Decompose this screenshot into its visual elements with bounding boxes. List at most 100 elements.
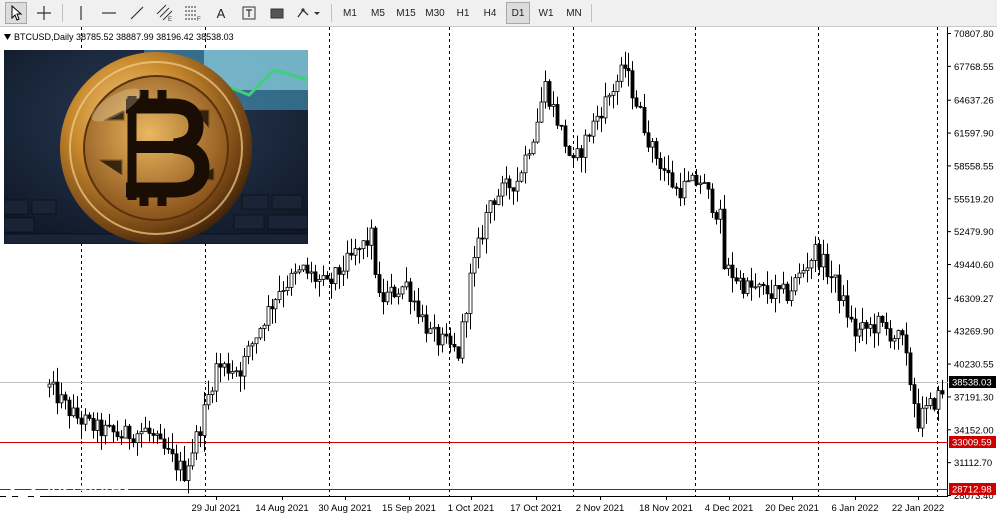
horizontal-line-icon[interactable] [98,2,120,24]
timeframe-mn[interactable]: MN [561,2,587,24]
candle-body [377,274,382,294]
candle-body [880,315,885,323]
candle-body [864,322,869,329]
candle-body [809,259,814,269]
candle-body [908,352,913,386]
collapse-triangle-icon[interactable] [4,34,11,40]
candle-body [638,105,643,108]
candle-body [51,381,56,385]
text-tool-button[interactable]: A [210,2,232,24]
text-label-icon[interactable] [238,2,260,24]
candle-body [646,132,651,148]
candle-body [492,200,497,205]
candle-body [71,407,76,417]
toolbar: E F A M1 M5 M15 M30 H1 H4 D1 W1 MN [0,0,997,27]
logo-tagline: Instant Forex Trading [47,501,142,512]
shapes-dropdown-icon[interactable] [294,2,324,24]
svg-text:E: E [168,17,172,22]
candle-body [135,433,140,444]
rectangle-icon[interactable] [266,2,288,24]
candle-body [357,248,362,251]
candle-body [139,431,144,435]
candle-body [531,141,536,155]
candle-body [904,334,909,354]
candle-body [258,328,263,339]
cursor-tool-icon[interactable] [5,2,27,24]
trendline-icon[interactable] [126,2,148,24]
timeframe-h1[interactable]: H1 [450,2,476,24]
fibonacci-icon[interactable]: F [182,2,204,24]
toolbar-separator [591,4,592,22]
candle-body [480,237,485,240]
timeframe-d1[interactable]: D1 [506,2,530,24]
candle-body [47,383,52,388]
timeframe-m15[interactable]: M15 [392,2,420,24]
date-tick-label: 2 Nov 2021 [576,503,625,514]
equidistant-channel-icon[interactable]: E [154,2,176,24]
timeframe-w1[interactable]: W1 [533,2,559,24]
candle-body [162,438,167,449]
candle-body [289,272,294,288]
candle-body [813,244,818,261]
candle-body [857,328,862,337]
candle-body [940,390,945,395]
candle-body [392,286,397,298]
date-tick-label: 22 Jan 2022 [892,503,944,514]
current-price-tag: 38538.03 [952,378,992,389]
candle-body [511,187,516,192]
candle-body [682,180,687,199]
candle-body [345,252,350,272]
price-tick-label: 46309.27 [954,294,994,305]
candle-body [95,419,100,431]
candle-body [285,286,290,291]
candle-body [305,264,310,274]
bitcoin-coin-photo [4,50,308,244]
candle-body [246,345,251,357]
candle-body [143,427,148,433]
candle-body [361,240,366,250]
candle-body [381,292,386,303]
candle-body [765,285,770,295]
candle-body [741,277,746,294]
candle-body [496,195,501,205]
price-tick-label: 55519.20 [954,194,994,205]
candle-body [563,125,568,147]
candle-body [464,313,469,323]
candle-body [155,433,160,436]
candle-body [329,278,334,284]
candle-body [365,240,370,246]
price-tick-label: 31112.70 [954,458,992,469]
price-axis: 70807.80 67768.55 64637.26 61597.90 58558.55… [947,29,994,502]
candle-body [254,337,259,345]
candle-body [745,280,750,294]
candle-body [385,291,390,303]
candle-body [456,346,461,359]
candle-body [206,394,211,406]
candle-body [860,322,865,330]
candle-body [460,321,465,359]
crosshair-icon[interactable] [33,2,55,24]
candle-body [281,290,286,292]
timeframe-m30[interactable]: M30 [421,2,449,24]
candle-body [793,277,798,292]
vertical-line-icon[interactable] [70,2,92,24]
candle-body [876,315,881,334]
date-tick-label: 29 Jul 2021 [191,503,240,514]
candle-body [674,186,679,189]
candle-body [484,212,489,240]
candle-body [321,275,326,280]
timeframe-m5[interactable]: M5 [365,2,391,24]
candle-body [829,276,834,279]
candle-body [123,425,128,439]
timeframe-h4[interactable]: H4 [477,2,503,24]
candle-body [500,182,505,197]
candle-body [718,208,723,220]
level-price-tag: 33009.59 [952,438,992,449]
candle-body [218,363,223,368]
candle-body [158,433,163,440]
price-tick-label: 58558.55 [954,161,994,172]
timeframe-m1[interactable]: M1 [337,2,363,24]
date-tick-label: 30 Aug 2021 [318,503,371,514]
candle-body [190,452,195,467]
candle-body [87,414,92,419]
